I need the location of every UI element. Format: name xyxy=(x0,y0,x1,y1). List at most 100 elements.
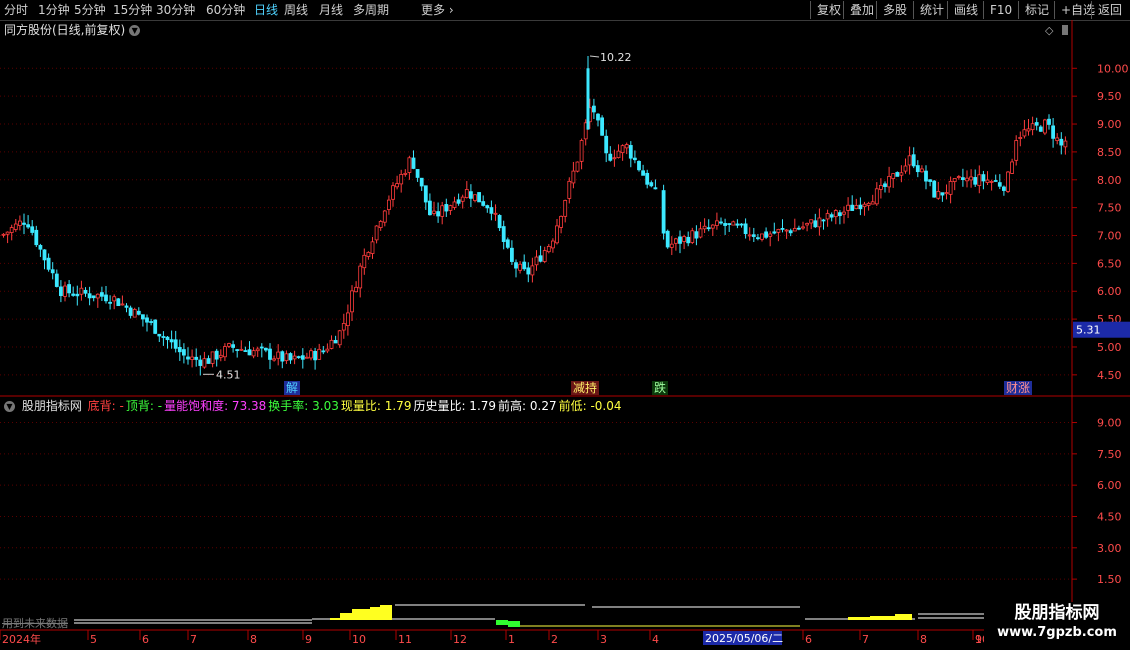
event-tag[interactable]: 解 xyxy=(284,381,300,395)
toolbar-button-6[interactable]: 标记 xyxy=(1018,1,1049,19)
candle xyxy=(829,212,834,222)
candle xyxy=(132,307,137,318)
candle xyxy=(842,206,846,224)
chart-title[interactable]: 同方股份(日线,前复权) ▼ xyxy=(4,22,141,38)
candle xyxy=(296,355,301,359)
period-tab-1[interactable]: 1分钟 xyxy=(38,2,70,18)
candle xyxy=(993,174,998,182)
candle xyxy=(682,234,686,250)
toolbar-button-8[interactable]: 返回 xyxy=(1091,1,1122,19)
event-tag[interactable]: 减持 xyxy=(571,380,599,395)
candle xyxy=(333,335,338,344)
candle xyxy=(1043,118,1047,136)
candle xyxy=(190,349,195,368)
period-tab-0[interactable]: 分时 xyxy=(4,2,28,18)
indicator-item-7: 前低: -0.04 xyxy=(558,399,622,413)
toolbar-button-2[interactable]: 多股 xyxy=(876,1,907,19)
y-tick-label: 7.00 xyxy=(1097,230,1122,243)
candle xyxy=(780,219,785,233)
period-tab-7[interactable]: 周线 xyxy=(284,2,308,18)
indicator-bar: ▼ 股朋指标网 底背: - 顶背: - 量能饱和度: 73.38 换手率: 3.03 现… xyxy=(4,398,626,414)
candle xyxy=(128,305,133,319)
candle xyxy=(509,240,514,265)
toolbar-button-0[interactable]: 复权 xyxy=(810,1,841,19)
high-price-label: 10.22 xyxy=(600,51,632,64)
candle xyxy=(612,149,617,167)
toolbar-button-5[interactable]: F10 xyxy=(983,1,1012,19)
candle xyxy=(403,169,408,177)
y-tick-label: 5.00 xyxy=(1097,341,1122,354)
period-tab-6[interactable]: 日线 xyxy=(254,2,278,18)
candle xyxy=(317,343,322,360)
toolbar-button-3[interactable]: 统计 xyxy=(913,1,944,19)
candle xyxy=(756,233,760,241)
candle xyxy=(120,295,125,306)
y-tick-label: 9.50 xyxy=(1097,90,1122,103)
period-tab-8[interactable]: 月线 xyxy=(319,2,343,18)
candle xyxy=(214,348,219,367)
candle xyxy=(124,303,129,313)
candle xyxy=(87,286,92,306)
candle xyxy=(169,330,174,349)
candle xyxy=(399,169,404,193)
candle xyxy=(22,213,26,235)
candle xyxy=(366,251,371,260)
candle xyxy=(797,225,801,231)
chevron-down-icon[interactable]: ▼ xyxy=(129,25,141,36)
watermark: 股朋指标网 www.7gpzb.com xyxy=(984,602,1130,644)
candle xyxy=(850,195,855,211)
candle xyxy=(222,343,227,361)
candle xyxy=(378,219,383,231)
low-price-label: 4.51 xyxy=(216,368,241,381)
toolbar-button-4[interactable]: 画线 xyxy=(947,1,978,19)
period-tab-3[interactable]: 15分钟 xyxy=(113,2,152,18)
more-periods-button[interactable]: 更多 › xyxy=(421,2,454,18)
candle xyxy=(493,204,498,221)
indicator-item-3: 换手率: 3.03 xyxy=(268,399,339,413)
chevron-down-icon[interactable]: ▼ xyxy=(4,401,15,412)
period-tab-2[interactable]: 5分钟 xyxy=(74,2,106,18)
event-tag[interactable]: 财涨 xyxy=(1004,380,1032,395)
candle xyxy=(743,218,748,239)
candle xyxy=(747,227,752,241)
candle xyxy=(370,236,375,259)
candle xyxy=(411,150,416,170)
candle xyxy=(608,146,613,162)
candle xyxy=(79,280,84,301)
candle xyxy=(534,250,539,271)
watermark-line1: 股朋指标网 xyxy=(1014,603,1100,623)
candle xyxy=(1026,119,1031,136)
main-chart[interactable]: 10.224.51解 减持跌财涨 2024年 5 6 7 8 9 10 11 12 1 2 3 4 6 7 8 9… xyxy=(0,0,1130,650)
candle xyxy=(915,160,920,178)
candle xyxy=(809,219,814,230)
period-tab-9[interactable]: 多周期 xyxy=(353,2,389,18)
candle xyxy=(444,198,449,217)
candle xyxy=(284,350,289,364)
candle xyxy=(13,219,18,232)
candle xyxy=(50,262,55,280)
period-tab-4[interactable]: 30分钟 xyxy=(156,2,195,18)
candle xyxy=(628,141,633,168)
scroll-icon[interactable] xyxy=(1062,25,1068,35)
candle xyxy=(263,347,268,353)
candle xyxy=(112,294,117,310)
candle xyxy=(784,228,789,239)
candle xyxy=(792,218,797,232)
candle xyxy=(391,182,395,207)
candle xyxy=(235,348,240,358)
candle xyxy=(965,170,969,188)
candle xyxy=(862,201,867,216)
candle xyxy=(735,219,740,229)
candle xyxy=(985,171,990,185)
toolbar-button-1[interactable]: 叠加 xyxy=(843,1,874,19)
candle xyxy=(903,158,908,174)
x-tick-label: 8 xyxy=(920,633,927,646)
candle xyxy=(100,286,104,301)
candle xyxy=(555,218,559,245)
diamond-icon[interactable]: ◇ xyxy=(1045,24,1054,37)
event-tag[interactable]: 跌 xyxy=(652,380,668,395)
toolbar-button-7[interactable]: +自选 xyxy=(1054,1,1095,19)
period-tab-5[interactable]: 60分钟 xyxy=(206,2,245,18)
candle xyxy=(1018,131,1023,147)
candle xyxy=(104,285,108,304)
